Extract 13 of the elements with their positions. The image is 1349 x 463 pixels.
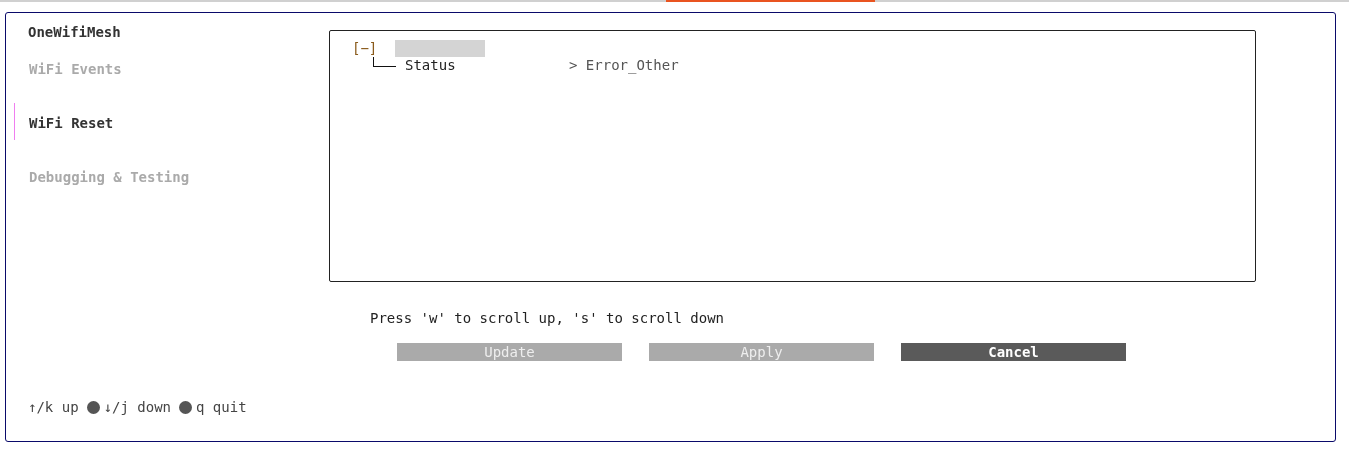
app-title: OneWifiMesh [27,23,122,41]
sidebar-item[interactable]: WiFi Reset [14,103,329,140]
key-hint: q quit [196,399,247,415]
collapse-toggle[interactable]: [−] [352,40,378,56]
bullet-icon [179,400,192,414]
tree-branch-icon [373,57,396,67]
key-hint: ↑/k up [28,399,79,415]
bullet-icon [86,400,100,414]
tree-node-value: > Error_Other [569,57,679,73]
tree-node-label[interactable]: Status [405,57,569,73]
scroll-hint: Press 'w' to scroll up, 's' to scroll down [370,310,725,326]
key-hint: ↓/j down [103,399,171,415]
action-button[interactable]: Cancel [901,343,1126,361]
